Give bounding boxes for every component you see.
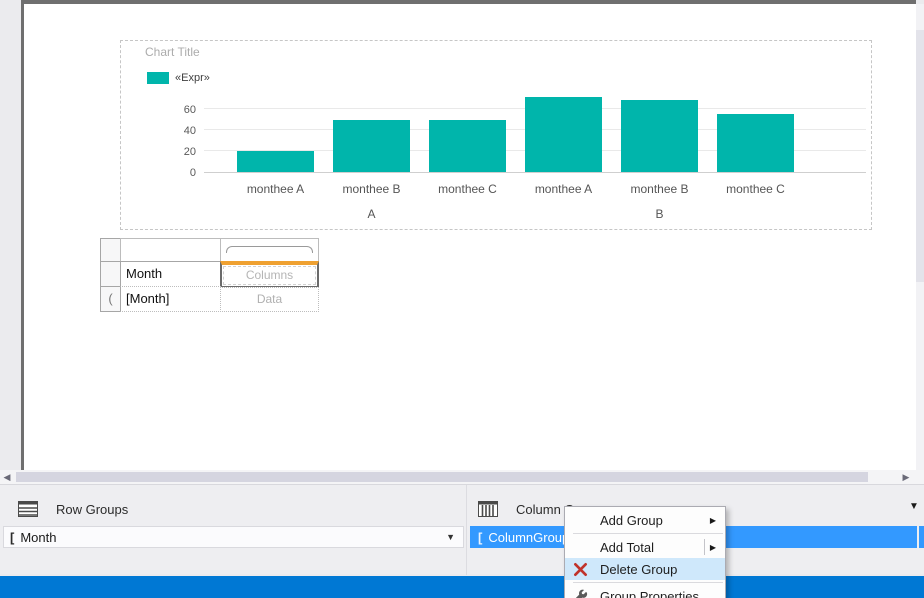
menu-item-group-properties[interactable]: Group Properties... (565, 585, 725, 598)
row-groups-header: Row Groups (18, 497, 128, 521)
horizontal-scrollbar-thumb[interactable] (16, 472, 868, 482)
chart-bar[interactable] (333, 119, 410, 172)
row-group-item-label: Month (20, 529, 57, 545)
x-axis-category-label: monthee C (438, 182, 497, 196)
column-groups-pane-menu-arrow-icon[interactable]: ▼ (909, 501, 919, 512)
submenu-split-divider (704, 539, 705, 555)
menu-item-label: Group Properties... (600, 588, 710, 598)
x-axis-category-label: monthee A (246, 182, 305, 196)
row-groups-title: Row Groups (56, 501, 129, 517)
grouping-pane-divider[interactable] (466, 485, 467, 575)
menu-separator (573, 533, 723, 534)
group-item-dropdown-arrow-icon[interactable]: ▼ (446, 532, 455, 542)
selection-dash-border (223, 266, 316, 285)
legend-swatch (147, 72, 169, 84)
chart-bar[interactable] (525, 97, 602, 172)
tablix-row-handle-1[interactable] (100, 261, 121, 287)
y-axis-tick-label: 60 (183, 104, 196, 116)
tablix[interactable]: Month Columns ( [Month] Data (100, 238, 319, 313)
tablix-column-handle-2[interactable] (220, 238, 319, 262)
scroll-right-arrow-icon[interactable]: ▶ (899, 470, 913, 484)
group-bracket-icon: [ (10, 529, 15, 545)
y-axis-tick-label: 40 (183, 125, 196, 137)
scroll-left-arrow-icon[interactable]: ◀ (0, 470, 14, 484)
delete-x-icon (573, 562, 588, 577)
row-group-bracket-icon: ( (108, 291, 113, 306)
group-bracket-icon: [ (478, 529, 483, 545)
column-group-item-dropdown-stub[interactable] (919, 526, 924, 548)
x-axis-group-label: B (655, 207, 664, 221)
tablix-row-handle-2[interactable]: ( (100, 286, 121, 312)
x-axis-group-label: A (367, 207, 376, 221)
chart-title[interactable]: Chart Title (145, 45, 200, 59)
y-axis-tick-label: 20 (183, 146, 196, 158)
chart-plot[interactable]: 0 20 40 60 monthee A monthee B monthee C monthe… (184, 91, 866, 221)
tablix-column-handle-1[interactable] (120, 238, 221, 262)
group-context-menu: Add Group ▶ Add Total ▶ Delete Group Gro… (564, 506, 726, 598)
x-axis-category-label: monthee A (534, 182, 593, 196)
x-axis-category-label: monthee B (342, 182, 401, 196)
vertical-scrollbar[interactable] (916, 4, 924, 470)
chart-bar[interactable] (429, 119, 506, 172)
y-axis-tick-label: 0 (189, 167, 196, 179)
chart-bar[interactable] (621, 99, 698, 172)
menu-item-delete-group[interactable]: Delete Group (565, 558, 725, 580)
row-group-item-month[interactable]: [ Month ▼ (3, 526, 464, 548)
menu-item-label: Delete Group (600, 561, 678, 577)
menu-item-add-total[interactable]: Add Total ▶ (565, 536, 725, 558)
wrench-icon (573, 589, 588, 598)
tablix-cell-month-field[interactable]: [Month] (120, 286, 221, 312)
chart-bar[interactable] (237, 151, 314, 172)
menu-item-label: Add Group (600, 512, 663, 528)
column-groups-icon (478, 501, 498, 517)
x-axis-category-label: monthee B (630, 182, 689, 196)
horizontal-scrollbar[interactable]: ◀ ▶ (0, 470, 924, 484)
chart-legend[interactable]: «Expr» (147, 72, 210, 84)
submenu-arrow-icon: ▶ (709, 515, 716, 525)
tablix-cell-columns-selected[interactable]: Columns (220, 261, 319, 288)
submenu-arrow-icon: ▶ (709, 542, 716, 552)
report-design-surface[interactable]: Chart Title «Expr» 0 20 40 60 monthee A month… (21, 0, 916, 470)
row-groups-icon (18, 501, 38, 517)
column-group-span-indicator (226, 246, 313, 253)
legend-label: «Expr» (175, 72, 210, 84)
column-group-item-label: ColumnGroup (488, 529, 570, 545)
menu-item-add-group[interactable]: Add Group ▶ (565, 509, 725, 531)
menu-item-label: Add Total (600, 539, 654, 555)
tablix-cell-data-placeholder[interactable]: Data (220, 287, 319, 312)
status-bar (0, 576, 924, 598)
chart-bar[interactable] (717, 114, 794, 172)
tablix-corner-handle[interactable] (100, 238, 121, 262)
grouping-pane: Row Groups Column Groups ▼ [ Month ▼ [ C… (0, 484, 924, 575)
tablix-cell-month-header[interactable]: Month (120, 261, 221, 287)
x-axis-category-label: monthee C (726, 182, 785, 196)
vertical-scrollbar-thumb[interactable] (916, 30, 924, 282)
chart-control[interactable]: Chart Title «Expr» 0 20 40 60 monthee A month… (120, 40, 872, 230)
menu-separator (573, 582, 723, 583)
